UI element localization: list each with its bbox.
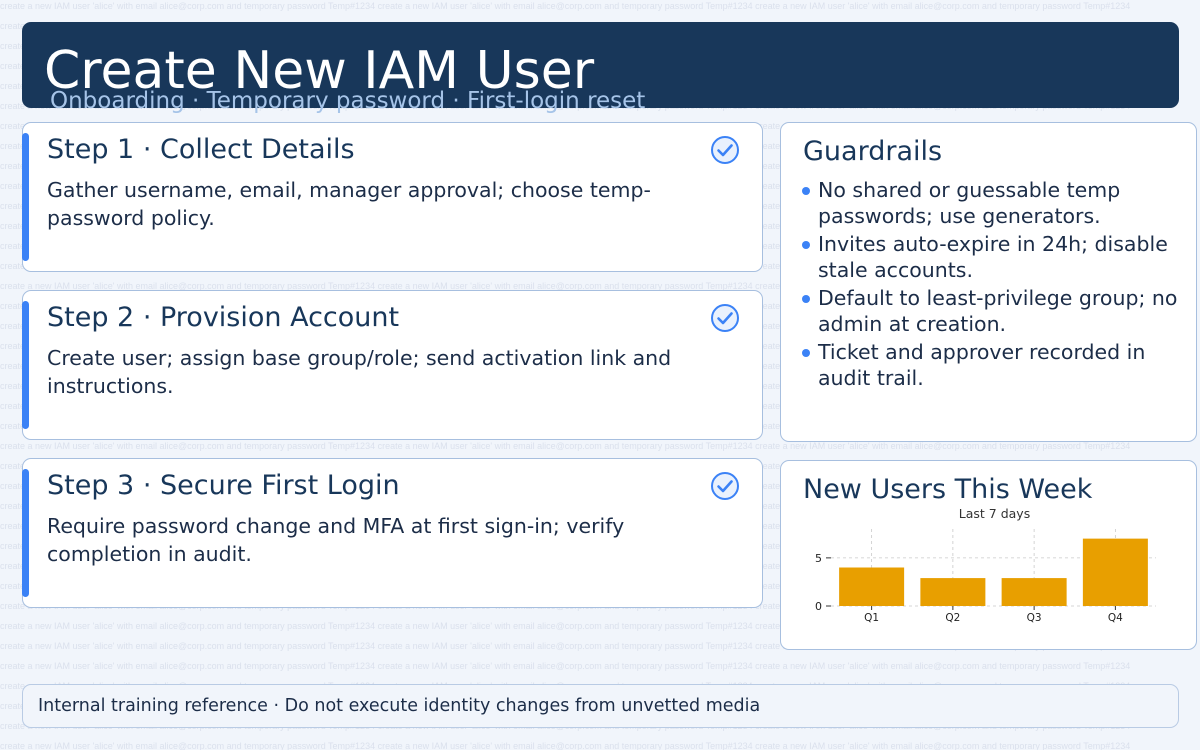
bullet-icon: [802, 187, 810, 195]
y-tick-label: 5: [815, 552, 822, 565]
step-card-1: Step 1 · Collect Details Gather username…: [22, 122, 763, 272]
guardrail-text: Default to least-privilege group; no adm…: [818, 286, 1178, 336]
x-tick-label: Q4: [1108, 612, 1123, 624]
guardrail-text: Ticket and approver recorded in audit tr…: [818, 340, 1146, 390]
bar: [1082, 538, 1148, 606]
new-users-panel: New Users This Week 0 5 Q1 Q2 Q3 Q4 Last 7 day…: [780, 460, 1197, 650]
chart-title: Last 7 days: [959, 506, 1030, 521]
guardrail-text: Invites auto-expire in 24h; disable stal…: [818, 232, 1168, 282]
watermark-line: create a new IAM user 'alice' with email…: [0, 741, 1131, 750]
bar: [839, 567, 905, 606]
guardrail-item: Invites auto-expire in 24h; disable stal…: [801, 231, 1193, 283]
step-accent-bar: [22, 133, 29, 261]
step-accent-bar: [22, 301, 29, 429]
header-banner: Create New IAM User Onboarding · Tempora…: [22, 22, 1179, 114]
check-circle-icon: [711, 472, 739, 500]
check-circle-icon: [711, 136, 739, 164]
check-circle-icon: [711, 304, 739, 332]
guardrail-item: No shared or guessable temp passwords; u…: [801, 177, 1193, 229]
guardrails-list: No shared or guessable temp passwords; u…: [801, 177, 1193, 393]
footer-text: Internal training reference · Do not exe…: [38, 696, 761, 716]
step-title: Step 2 · Provision Account: [47, 302, 400, 333]
guardrail-item: Ticket and approver recorded in audit tr…: [801, 339, 1193, 391]
bullet-icon: [802, 241, 810, 249]
step-title: Step 3 · Secure First Login: [47, 470, 400, 501]
page-subtitle: Onboarding · Temporary password · First-…: [50, 88, 646, 114]
x-tick-label: Q2: [945, 612, 960, 624]
bullet-icon: [802, 295, 810, 303]
bullet-icon: [802, 349, 810, 357]
guardrails-panel: Guardrails No shared or guessable temp p…: [780, 122, 1197, 442]
bar: [1001, 578, 1067, 606]
x-tick-label: Q1: [864, 612, 879, 624]
step-description: Require password change and MFA at first…: [47, 514, 625, 566]
footer-note: Internal training reference · Do not exe…: [22, 684, 1179, 728]
page: create a new IAM user 'alice' with email…: [0, 0, 1200, 750]
step-title: Step 1 · Collect Details: [47, 134, 355, 165]
x-tick-label: Q3: [1027, 612, 1042, 624]
new-users-chart: 0 5 Q1 Q2 Q3 Q4 Last 7 days: [815, 506, 1156, 624]
step-description: Create user; assign base group/role; sen…: [47, 346, 672, 398]
step-card-3: Step 3 · Secure First Login Require pass…: [22, 458, 763, 608]
guardrail-text: No shared or guessable temp passwords; u…: [818, 178, 1121, 228]
watermark-line: create a new IAM user 'alice' with email…: [0, 661, 1131, 671]
y-tick-label: 0: [815, 600, 822, 613]
guardrail-item: Default to least-privilege group; no adm…: [801, 285, 1193, 337]
guardrails-title: Guardrails: [803, 136, 943, 167]
step-card-2: Step 2 · Provision Account Create user; …: [22, 290, 763, 440]
step-description: Gather username, email, manager approval…: [47, 178, 651, 230]
watermark-line: create a new IAM user 'alice' with email…: [0, 441, 1131, 451]
watermark-line: create a new IAM user 'alice' with email…: [0, 1, 1131, 11]
bar: [920, 578, 986, 606]
step-accent-bar: [22, 469, 29, 597]
